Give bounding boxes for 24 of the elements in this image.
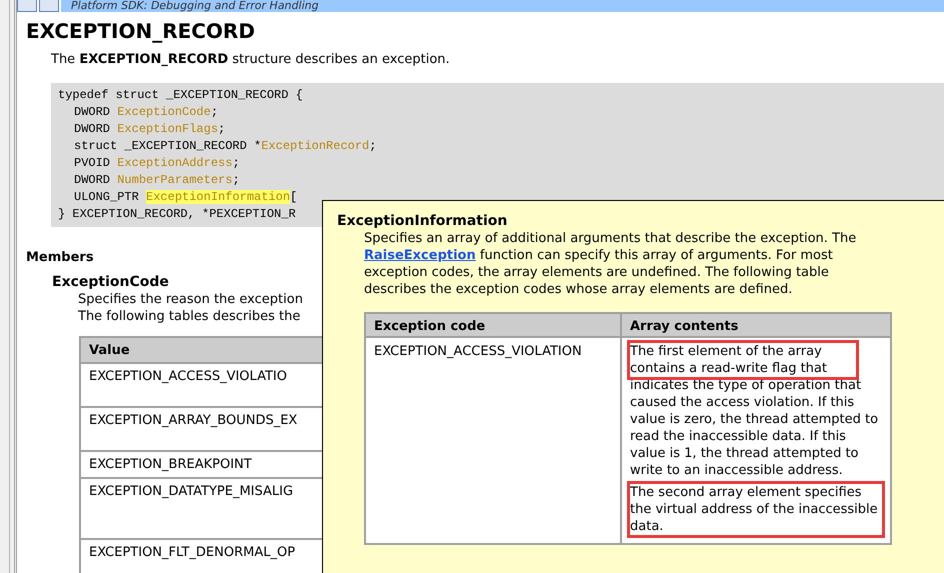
function-link[interactable]: RaiseException: [364, 248, 476, 263]
section-heading: Members: [26, 249, 94, 267]
title-bar: Platform SDK: Debugging and Error Handling: [61, 0, 944, 12]
code-line: ULONG_PTR ExceptionInformation[: [74, 189, 298, 206]
code-line: DWORD NumberParameters;: [74, 172, 240, 189]
array-description: The second array element specifies the virtual address of the inaccessible data.: [630, 484, 882, 535]
toolbar-button[interactable]: [17, 0, 37, 12]
code-line: typedef struct _EXCEPTION_RECORD {: [58, 87, 303, 104]
column-header: Array contents: [621, 313, 891, 337]
popup-title: ExceptionInformation: [337, 213, 508, 230]
code-line: } EXCEPTION_RECORD, *PEXCEPTION_R: [58, 206, 296, 223]
member-name: ExceptionCode: [52, 273, 169, 291]
code-line: DWORD ExceptionCode;: [74, 104, 218, 121]
column-header: Exception code: [365, 313, 621, 337]
intro-text: The EXCEPTION_RECORD structure describes an exception.: [51, 51, 451, 69]
popup-description: Specifies an array of additional arguments that describe the exception. The RaiseException function can specify this array of arguments. For most exception codes, the array elements are undefined. The following table describes the exception codes whose array elements are defined.: [364, 230, 858, 298]
code-line: struct _EXCEPTION_RECORD *ExceptionRecord;: [74, 138, 376, 155]
toolbar-button[interactable]: [39, 0, 59, 12]
table-cell: EXCEPTION_ACCESS_VIOLATION: [365, 337, 621, 544]
code-line: DWORD ExceptionFlags;: [74, 121, 226, 138]
page-title: EXCEPTION_RECORD: [26, 18, 256, 44]
member-description: The following tables describes the: [78, 308, 300, 325]
code-line: PVOID ExceptionAddress;: [74, 155, 240, 172]
member-description: Specifies the reason the exception: [78, 291, 303, 308]
